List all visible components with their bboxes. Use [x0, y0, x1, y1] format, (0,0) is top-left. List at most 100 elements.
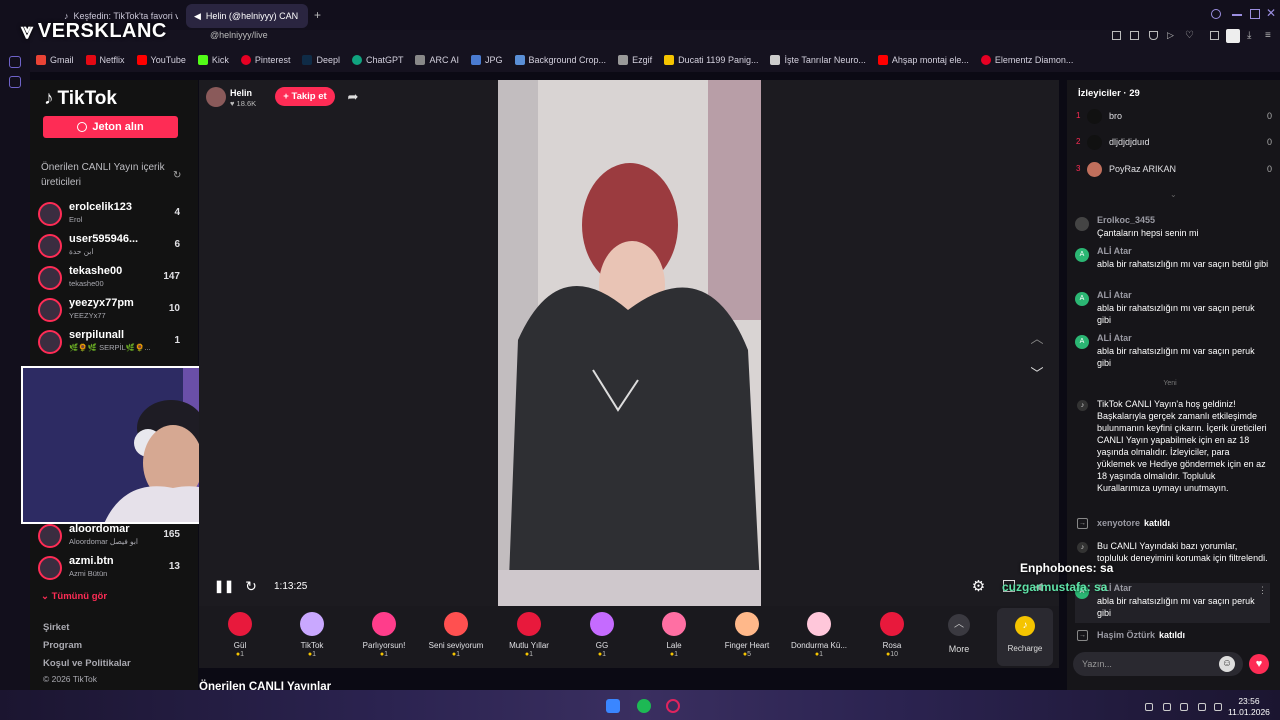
- bot-icon[interactable]: [9, 76, 21, 88]
- creator-item[interactable]: user595946... ابن حدة 6: [38, 232, 184, 260]
- bookmark-ezgif[interactable]: Ezgif: [618, 55, 652, 65]
- play-icon[interactable]: ▷: [1167, 30, 1174, 41]
- heart-outline-icon[interactable]: ♡: [1185, 30, 1194, 41]
- bookmark-elementz[interactable]: Elementz Diamon...: [980, 55, 1073, 65]
- suggested-creators-title: Önerilen CANLI Yayın içerik üreticileri: [41, 162, 165, 188]
- gift-item[interactable]: Mutlu Yıllar ●1: [494, 612, 564, 664]
- live-video[interactable]: [498, 80, 761, 606]
- download-icon[interactable]: ⤓: [1247, 30, 1251, 41]
- gift-item[interactable]: Parlıyorsun! ●1: [349, 612, 419, 664]
- creator-item[interactable]: serpilunall 🌿🌻🌿 SERPİL🌿🌻... 1: [38, 328, 184, 356]
- tiktok-logo[interactable]: ♪ TikTok: [44, 88, 117, 110]
- bookmark-neuro[interactable]: İşte Tanrılar Neuro...: [770, 55, 866, 65]
- emoji-icon[interactable]: ☺: [1219, 656, 1235, 672]
- gift-item[interactable]: Finger Heart ●5: [712, 612, 782, 664]
- creator-item[interactable]: tekashe00 tekashe00 147: [38, 264, 184, 292]
- bookmark-arc-ai[interactable]: ARC AI: [415, 55, 459, 65]
- network-icon[interactable]: [1198, 703, 1206, 711]
- url-row[interactable]: @helniyyy/live ▷ ♡ ⤓ ≡: [0, 29, 1280, 44]
- creator-item[interactable]: yeezyx77pm YEEZYx77 10: [38, 296, 184, 324]
- close-icon[interactable]: ✕: [1266, 6, 1276, 20]
- gift-item[interactable]: GG ●1: [567, 612, 637, 664]
- minimize-icon[interactable]: [1232, 14, 1242, 16]
- bookmark-deepl[interactable]: Deepl: [302, 55, 340, 65]
- gift-item[interactable]: Seni seviyorum ●1: [421, 612, 491, 664]
- host-name[interactable]: Helin: [230, 88, 252, 98]
- tab-live[interactable]: ◀ Helin (@helniyyy) CAN: [186, 4, 308, 28]
- avatar: [38, 556, 62, 580]
- more-options-icon[interactable]: ⋮: [1258, 585, 1267, 596]
- clock[interactable]: 23:56 11.01.2026: [1228, 696, 1270, 718]
- footer-link-company[interactable]: Şirket: [43, 622, 69, 633]
- ice-cream-icon: [807, 612, 831, 636]
- gg-icon: [590, 612, 614, 636]
- chat-input[interactable]: Yazın...: [1073, 652, 1243, 676]
- creator-item[interactable]: erolcelik123 Erol 4: [38, 200, 184, 228]
- expand-viewers-chevron-icon[interactable]: ⌄: [1170, 190, 1177, 199]
- refresh-icon[interactable]: [9, 56, 21, 68]
- address-bar[interactable]: @helniyyy/live: [210, 30, 268, 40]
- tray-app-icon[interactable]: [1163, 703, 1171, 711]
- reader-icon[interactable]: [1130, 31, 1139, 40]
- more-gifts-button[interactable]: ︿ More: [940, 612, 978, 664]
- youtube-icon: [136, 55, 147, 65]
- top-viewer[interactable]: 2 dljdjdjduıd 0: [1076, 135, 1272, 151]
- shining-icon: [372, 612, 396, 636]
- top-viewer[interactable]: 1 bro 0: [1076, 109, 1272, 125]
- avatar: [38, 524, 62, 548]
- follow-button[interactable]: + Takip et: [275, 87, 335, 106]
- host-avatar[interactable]: [206, 87, 226, 107]
- see-all-link[interactable]: ⌄ Tümünü gör: [41, 591, 107, 602]
- like-heart-icon[interactable]: ♥: [1249, 654, 1269, 674]
- coin-icon: [77, 122, 88, 132]
- bookmark-jpg[interactable]: JPG: [471, 55, 503, 65]
- creator-item[interactable]: azmi.btn Azmi Bütün 13: [38, 554, 184, 582]
- reload-icon[interactable]: ↻: [243, 578, 259, 594]
- gift-item[interactable]: Lale ●1: [639, 612, 709, 664]
- gift-item[interactable]: Gül ●1: [205, 612, 275, 664]
- search-icon[interactable]: [1211, 9, 1221, 19]
- tray-chevron-icon[interactable]: [1145, 703, 1153, 711]
- bookmark-netflix[interactable]: Netflix: [85, 55, 125, 65]
- pause-icon[interactable]: ❚❚: [214, 579, 234, 593]
- bookmark-chatgpt[interactable]: ChatGPT: [351, 55, 403, 65]
- profile-icon[interactable]: [1226, 29, 1240, 43]
- gift-item[interactable]: Dondurma Kü... ●1: [784, 612, 854, 664]
- bookmark-youtube[interactable]: YouTube: [136, 55, 186, 65]
- shield-icon[interactable]: [1149, 31, 1158, 40]
- volume-icon[interactable]: [1214, 703, 1222, 711]
- settings-gear-icon[interactable]: ⚙: [970, 578, 987, 595]
- bookmark-ducati[interactable]: Ducati 1199 Panig...: [664, 55, 758, 65]
- footer-link-program[interactable]: Program: [43, 640, 82, 651]
- bookmark-pinterest[interactable]: Pinterest: [240, 55, 290, 65]
- spotify-icon[interactable]: [637, 699, 651, 713]
- chevron-down-icon: ⌄: [41, 591, 49, 602]
- recharge-button[interactable]: ♪ Recharge: [997, 608, 1053, 666]
- new-tab-button[interactable]: +: [314, 8, 321, 22]
- bookmark-icon[interactable]: [1112, 31, 1121, 40]
- menu-icon[interactable]: ≡: [1265, 30, 1271, 41]
- chat-message: A ALİ Atar abla bir rahatsızlığın mı var…: [1075, 290, 1270, 330]
- extensions-icon[interactable]: [1210, 31, 1219, 40]
- top-viewer[interactable]: 3 PoyRaz ARIKAN 0: [1076, 162, 1272, 178]
- bookmark-gmail[interactable]: Gmail: [36, 55, 74, 65]
- get-coins-button[interactable]: Jeton alın: [43, 116, 178, 138]
- refresh-icon[interactable]: ↻: [173, 170, 181, 181]
- gift-item[interactable]: TikTok ●1: [277, 612, 347, 664]
- gift-item[interactable]: Rosa ●10: [857, 612, 927, 664]
- love-face-icon: [444, 612, 468, 636]
- footer-link-terms[interactable]: Koşul ve Politikalar: [43, 658, 131, 669]
- tiktok-note-icon: ♪: [1077, 542, 1088, 553]
- bookmark-background-crop[interactable]: Background Crop...: [514, 55, 606, 65]
- bookmark-kick[interactable]: Kick: [197, 55, 229, 65]
- next-live-chevron-down-icon[interactable]: ﹀: [1028, 365, 1046, 383]
- opera-icon[interactable]: [666, 699, 680, 713]
- microphone-icon[interactable]: [1180, 703, 1188, 711]
- bookmark-ahsap[interactable]: Ahşap montaj ele...: [877, 55, 969, 65]
- windows-start-icon[interactable]: [606, 699, 620, 713]
- viewers-title[interactable]: İzleyiciler · 29: [1078, 88, 1140, 99]
- creator-item[interactable]: aloordomar Aloordomar ابو فيصل 165: [38, 522, 184, 550]
- maximize-icon[interactable]: [1250, 9, 1260, 19]
- previous-live-chevron-up-icon[interactable]: ︿: [1028, 330, 1046, 348]
- share-icon[interactable]: ➦: [345, 89, 361, 105]
